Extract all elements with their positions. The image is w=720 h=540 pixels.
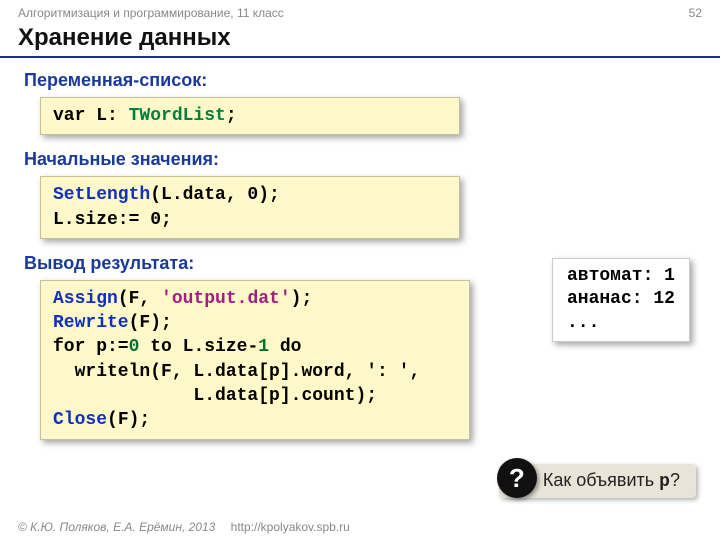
code-output: Assign(F, 'output.dat'); Rewrite(F); for… bbox=[40, 280, 470, 440]
code-initial-values: SetLength(L.data, 0); L.size:= 0; bbox=[40, 176, 460, 239]
section-variable-list: Переменная-список: bbox=[0, 66, 720, 97]
code-var-declaration: var L: TWordList; bbox=[40, 97, 460, 135]
question-callout: ? Как объявить p? bbox=[499, 464, 696, 498]
copyright: © К.Ю. Поляков, Е.А. Ерёмин, 2013 bbox=[18, 520, 215, 534]
question-icon: ? bbox=[497, 458, 537, 498]
slide-header: Алгоритмизация и программирование, 11 кл… bbox=[0, 0, 720, 22]
sample-output-box: автомат: 1 ананас: 12 ... bbox=[552, 258, 690, 342]
course-name: Алгоритмизация и программирование, 11 кл… bbox=[18, 6, 284, 20]
page-title: Хранение данных bbox=[0, 22, 720, 58]
page-number: 52 bbox=[689, 6, 702, 20]
section-initial-values: Начальные значения: bbox=[0, 145, 720, 176]
slide-footer: © К.Ю. Поляков, Е.А. Ерёмин, 2013 http:/… bbox=[18, 520, 350, 534]
question-text-prefix: Как объявить bbox=[543, 470, 659, 490]
question-text-suffix: ? bbox=[670, 470, 680, 490]
question-var: p bbox=[659, 472, 670, 492]
footer-url: http://kpolyakov.spb.ru bbox=[231, 520, 350, 534]
